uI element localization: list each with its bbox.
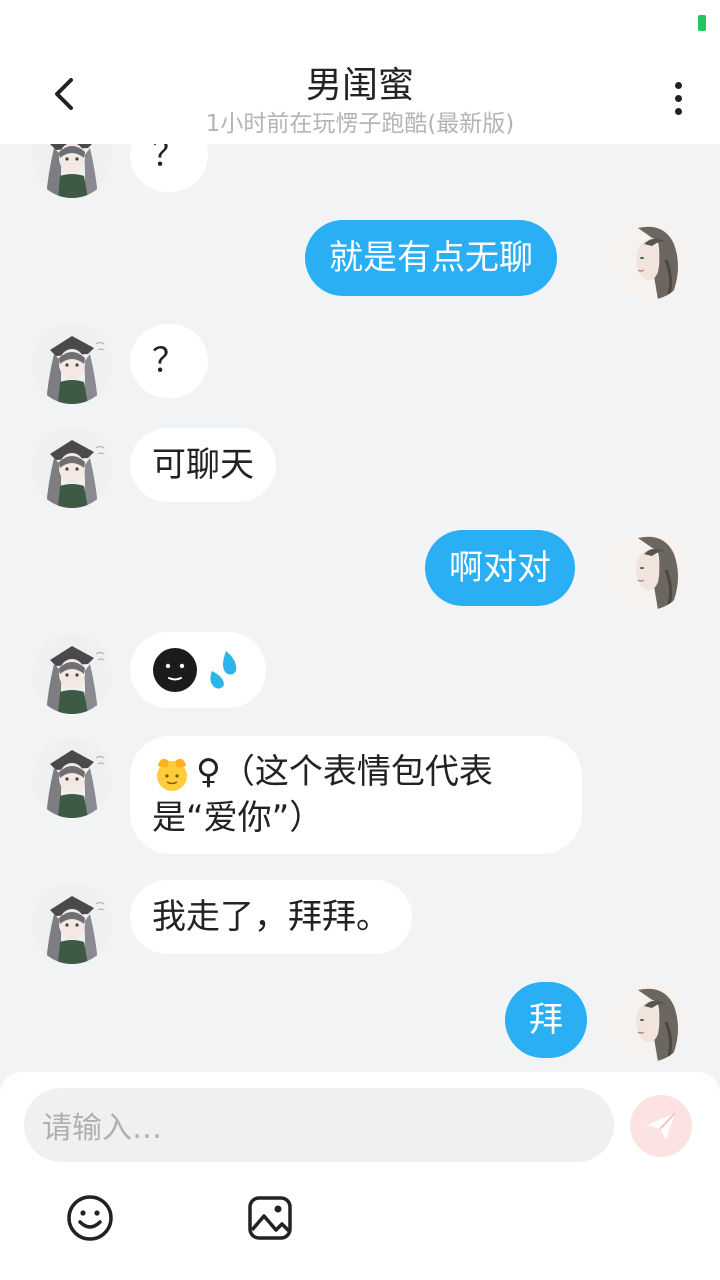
message-list[interactable]: ？ 就是有点无聊 ？ 可聊天 啊对对 ♀（这个表情包代表 是“爱你”） 我走了，… bbox=[0, 144, 720, 1074]
send-icon bbox=[647, 1112, 676, 1140]
contact-status: 1小时前在玩愣子跑酷(最新版) bbox=[205, 111, 515, 137]
status-bar bbox=[0, 0, 720, 46]
message-bubble-sent[interactable]: 拜 bbox=[505, 982, 587, 1058]
message-bubble-received[interactable]: 我走了，拜拜。 bbox=[130, 880, 412, 954]
user-avatar[interactable] bbox=[608, 530, 688, 610]
contact-avatar[interactable] bbox=[32, 144, 112, 198]
sweat-drops-emoji-icon bbox=[210, 651, 237, 689]
emoji-button[interactable] bbox=[64, 1192, 116, 1244]
message-text-line-1: ♀（这个表情包代表 bbox=[196, 752, 493, 792]
user-avatar[interactable] bbox=[608, 982, 688, 1062]
contact-avatar[interactable] bbox=[32, 884, 112, 964]
heart-hands-emoji-icon bbox=[157, 758, 187, 791]
user-avatar[interactable] bbox=[608, 220, 688, 300]
composer-panel: 请输入… bbox=[0, 1072, 720, 1280]
message-text: 就是有点无聊 bbox=[329, 238, 533, 278]
message-bubble-received[interactable]: ♀（这个表情包代表 是“爱你”） bbox=[130, 736, 582, 854]
message-bubble-received[interactable]: ？ bbox=[130, 324, 208, 398]
contact-name: 男闺蜜 bbox=[305, 65, 414, 106]
message-bubble-sent[interactable]: 啊对对 bbox=[425, 530, 575, 606]
contact-avatar[interactable] bbox=[32, 738, 112, 818]
battery-icon bbox=[698, 15, 706, 31]
message-text-line-2: 是“爱你”） bbox=[152, 798, 324, 838]
message-text: 啊对对 bbox=[449, 548, 551, 588]
dark-face-emoji-icon bbox=[153, 648, 197, 692]
message-bubble-received[interactable] bbox=[130, 632, 266, 708]
image-button[interactable] bbox=[244, 1192, 296, 1244]
message-text: 我走了，拜拜。 bbox=[152, 897, 390, 937]
contact-avatar[interactable] bbox=[32, 428, 112, 508]
chat-header: 男闺蜜 1小时前在玩愣子跑酷(最新版) bbox=[0, 46, 720, 144]
send-button[interactable] bbox=[630, 1095, 692, 1157]
contact-avatar[interactable] bbox=[32, 634, 112, 714]
smiley-icon bbox=[67, 1195, 113, 1241]
message-text: ？ bbox=[152, 144, 186, 175]
message-text: ？ bbox=[152, 341, 186, 381]
more-options-button[interactable] bbox=[658, 74, 698, 122]
message-bubble-sent[interactable]: 就是有点无聊 bbox=[305, 220, 557, 296]
more-vertical-icon bbox=[674, 81, 682, 89]
message-bubble-received[interactable]: ？ bbox=[130, 144, 208, 192]
message-text: 拜 bbox=[529, 1000, 563, 1040]
contact-avatar[interactable] bbox=[32, 324, 112, 404]
image-icon bbox=[248, 1196, 292, 1240]
message-input[interactable]: 请输入… bbox=[24, 1088, 614, 1162]
message-bubble-received[interactable]: 可聊天 bbox=[130, 428, 276, 502]
message-text: 可聊天 bbox=[152, 445, 254, 485]
